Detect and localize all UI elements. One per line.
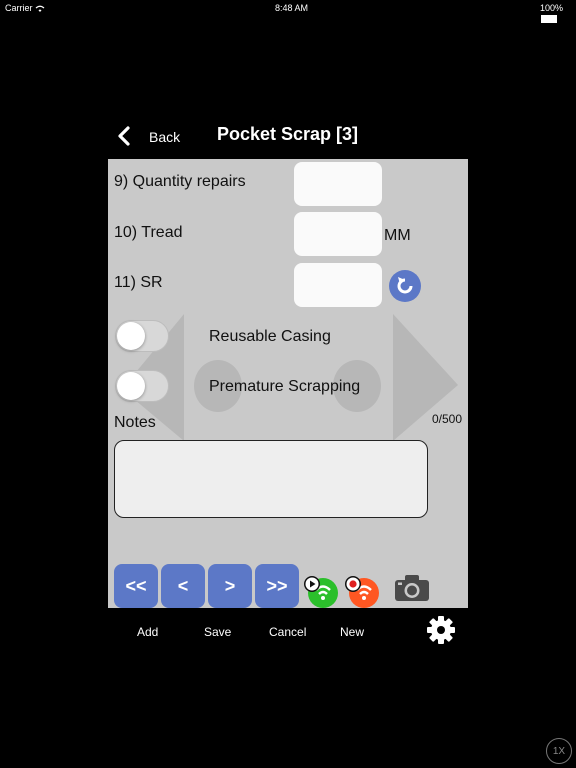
camera-icon[interactable]	[394, 573, 430, 603]
next-record-button[interactable]: >	[208, 564, 252, 608]
tread-label: 10) Tread	[114, 224, 183, 241]
cancel-button[interactable]: Cancel	[269, 625, 306, 639]
status-time: 8:48 AM	[275, 3, 309, 13]
toggle-knob	[117, 372, 145, 400]
sr-label: 11) SR	[114, 274, 163, 291]
previous-record-button[interactable]: <	[161, 564, 205, 608]
form-panel: 9) Quantity repairs 10) Tread MM 11) SR …	[108, 159, 468, 608]
first-record-button[interactable]: <<	[114, 564, 158, 608]
refresh-icon[interactable]	[388, 269, 422, 303]
battery-icon	[541, 14, 557, 23]
add-button[interactable]: Add	[137, 625, 158, 639]
last-record-button[interactable]: >>	[255, 564, 299, 608]
page-title: Pocket Scrap [3]	[217, 124, 359, 144]
notes-textarea[interactable]	[114, 440, 428, 518]
tread-input[interactable]	[294, 212, 382, 256]
reusable-casing-toggle[interactable]	[115, 320, 169, 352]
reusable-casing-label: Reusable Casing	[209, 328, 331, 345]
toggle-knob	[117, 322, 145, 350]
wifi-record-icon[interactable]	[344, 573, 380, 608]
premature-scrapping-label: Premature Scrapping	[209, 378, 361, 395]
tread-unit-label: MM	[384, 227, 411, 244]
back-chevron-icon[interactable]	[114, 124, 134, 148]
quantity-repairs-input[interactable]	[294, 162, 382, 206]
new-button[interactable]: New	[340, 625, 364, 639]
notes-counter: 0/500	[432, 412, 463, 426]
wifi-play-icon[interactable]	[303, 573, 339, 608]
wifi-status-icon	[35, 5, 45, 12]
notes-label: Notes	[114, 414, 156, 431]
zoom-badge[interactable]: 1X	[546, 738, 572, 764]
quantity-repairs-label: 9) Quantity repairs	[114, 173, 246, 190]
premature-scrapping-toggle[interactable]	[115, 370, 169, 402]
back-button[interactable]: Back	[149, 129, 180, 145]
save-button[interactable]: Save	[204, 625, 231, 639]
status-carrier: Carrier	[5, 3, 45, 13]
gear-icon[interactable]	[427, 616, 455, 644]
status-battery: 100%	[540, 3, 576, 23]
sr-input[interactable]	[294, 263, 382, 307]
